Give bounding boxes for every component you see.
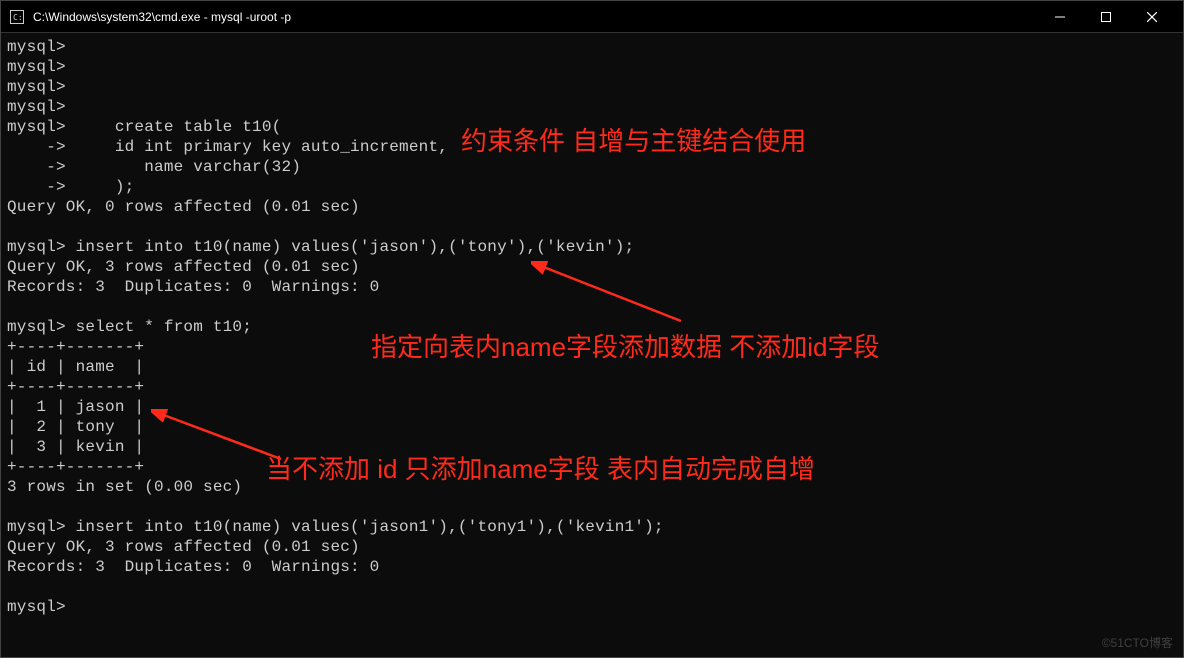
watermark: ©51CTO博客 xyxy=(1102,634,1173,651)
terminal-line: mysql> select * from t10; xyxy=(7,318,252,336)
terminal-line: mysql> create table t10( xyxy=(7,118,281,136)
terminal-line: -> name varchar(32) xyxy=(7,158,301,176)
terminal-line: mysql> xyxy=(7,78,66,96)
svg-text:C:\: C:\ xyxy=(13,13,24,22)
close-button[interactable] xyxy=(1129,1,1175,33)
terminal-output[interactable]: mysql> mysql> mysql> mysql> mysql> creat… xyxy=(1,33,1183,621)
cmd-icon: C:\ xyxy=(9,9,25,25)
terminal-line: mysql> xyxy=(7,58,66,76)
terminal-line: -> ); xyxy=(7,178,134,196)
terminal-window: C:\ C:\Windows\system32\cmd.exe - mysql … xyxy=(0,0,1184,658)
minimize-button[interactable] xyxy=(1037,1,1083,33)
terminal-line: +----+-------+ xyxy=(7,338,144,356)
terminal-line: mysql> insert into t10(name) values('jas… xyxy=(7,238,634,256)
terminal-line: | 3 | kevin | xyxy=(7,438,144,456)
terminal-line: mysql> xyxy=(7,98,66,116)
terminal-line: | 1 | jason | xyxy=(7,398,144,416)
terminal-line: Query OK, 3 rows affected (0.01 sec) xyxy=(7,538,360,556)
maximize-button[interactable] xyxy=(1083,1,1129,33)
terminal-line: | 2 | tony | xyxy=(7,418,144,436)
terminal-line: Query OK, 3 rows affected (0.01 sec) xyxy=(7,258,360,276)
terminal-line: mysql> xyxy=(7,598,66,616)
terminal-line: mysql> insert into t10(name) values('jas… xyxy=(7,518,664,536)
terminal-line: Query OK, 0 rows affected (0.01 sec) xyxy=(7,198,360,216)
titlebar[interactable]: C:\ C:\Windows\system32\cmd.exe - mysql … xyxy=(1,1,1183,33)
terminal-line: mysql> xyxy=(7,38,66,56)
terminal-line: | id | name | xyxy=(7,358,144,376)
terminal-line: Records: 3 Duplicates: 0 Warnings: 0 xyxy=(7,278,379,296)
terminal-line: 3 rows in set (0.00 sec) xyxy=(7,478,242,496)
terminal-line: Records: 3 Duplicates: 0 Warnings: 0 xyxy=(7,558,379,576)
terminal-line: +----+-------+ xyxy=(7,458,144,476)
window-title: C:\Windows\system32\cmd.exe - mysql -uro… xyxy=(33,10,1037,24)
window-controls xyxy=(1037,1,1175,33)
terminal-line: -> id int primary key auto_increment, xyxy=(7,138,448,156)
terminal-line: +----+-------+ xyxy=(7,378,144,396)
